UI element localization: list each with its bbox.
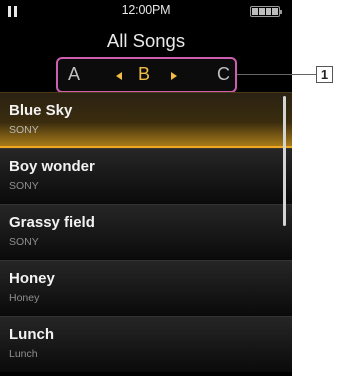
song-item[interactable]: Lunch Lunch — [0, 316, 292, 372]
page-title: All Songs — [106, 30, 186, 51]
song-title: Honey — [9, 270, 55, 287]
song-item[interactable]: Boy wonder SONY — [0, 148, 292, 204]
song-title: Blue Sky — [9, 102, 73, 119]
arrow-right-icon[interactable] — [171, 72, 177, 80]
player-screen: 12:00PM All Songs A B C Blue Sky SONY Bo… — [0, 0, 292, 376]
song-title: Lunch — [9, 326, 54, 343]
alphabet-index-bar[interactable]: A B C — [56, 57, 237, 93]
song-title: Boy wonder — [9, 158, 95, 175]
song-item[interactable]: Blue Sky SONY — [0, 92, 292, 148]
index-letter-b[interactable]: B — [138, 64, 150, 85]
callout-label: 1 — [316, 66, 333, 83]
arrow-left-icon[interactable] — [116, 72, 122, 80]
song-title: Grassy field — [9, 214, 95, 231]
song-item[interactable]: Grassy field SONY — [0, 204, 292, 260]
song-item[interactable]: Honey Honey — [0, 260, 292, 316]
song-artist: SONY — [9, 124, 39, 136]
callout-line — [237, 74, 316, 75]
index-letter-c[interactable]: C — [217, 64, 230, 85]
clock: 12:00PM — [121, 3, 171, 17]
scrollbar[interactable] — [283, 96, 286, 226]
song-artist: Honey — [9, 292, 40, 304]
status-bar: 12:00PM — [0, 0, 292, 22]
battery-icon — [250, 6, 282, 17]
index-letter-a[interactable]: A — [68, 64, 80, 85]
song-artist: SONY — [9, 180, 39, 192]
song-artist: SONY — [9, 236, 39, 248]
song-artist: Lunch — [9, 348, 38, 360]
song-list: Blue Sky SONY Boy wonder SONY Grassy fie… — [0, 92, 292, 372]
